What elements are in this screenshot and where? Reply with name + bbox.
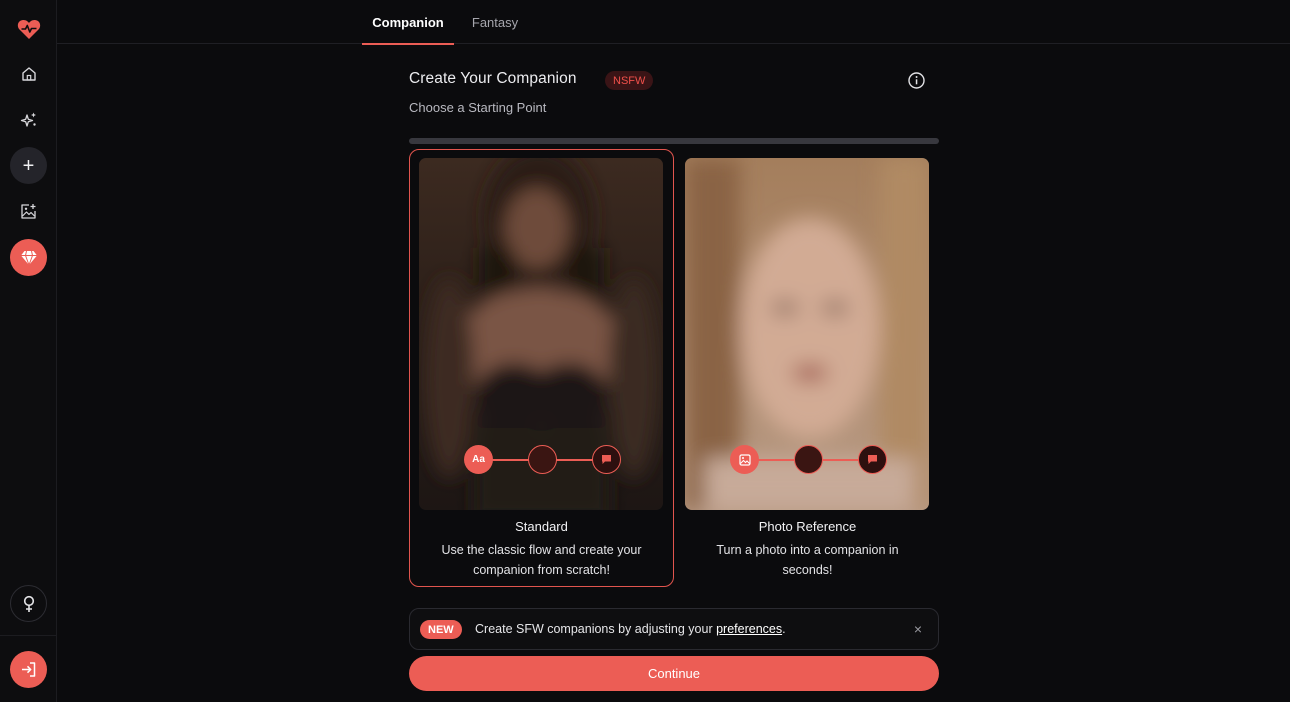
sfw-notice-banner: NEW Create SFW companions by adjusting y… — [409, 608, 939, 650]
diamond-icon — [20, 250, 37, 265]
notice-text: Create SFW companions by adjusting your … — [475, 622, 786, 636]
page-subtitle: Choose a Starting Point — [409, 100, 547, 115]
female-symbol-icon — [23, 595, 34, 612]
nsfw-badge: NSFW — [605, 71, 654, 90]
progress-bar — [409, 138, 939, 144]
card-description: Turn a photo into a companion in seconds… — [716, 543, 899, 577]
create-plus-button[interactable]: + — [10, 147, 47, 184]
sparkles-icon[interactable] — [10, 101, 47, 138]
chat-icon — [858, 445, 887, 474]
new-badge: NEW — [420, 620, 462, 639]
continue-button[interactable]: Continue — [409, 656, 939, 691]
login-button[interactable] — [10, 651, 47, 688]
top-tab-bar: Companion Fantasy — [57, 0, 1290, 45]
card-photo-reference[interactable]: Photo Reference Turn a photo into a comp… — [675, 149, 940, 587]
sidebar-divider — [0, 635, 57, 636]
card-standard[interactable]: Aa Standard Use the classic flow and cre… — [409, 149, 674, 587]
text-icon: Aa — [464, 445, 493, 474]
plus-icon: + — [22, 154, 35, 177]
info-icon[interactable] — [907, 71, 926, 90]
photo-reference-steps — [676, 445, 939, 475]
sidebar: + — [0, 0, 57, 702]
image-add-icon[interactable] — [10, 193, 47, 230]
card-title: Standard — [515, 519, 568, 534]
step-empty — [528, 445, 557, 474]
close-icon[interactable]: × — [910, 621, 926, 637]
home-icon[interactable] — [10, 55, 47, 92]
gender-female-button[interactable] — [10, 585, 47, 622]
card-title: Photo Reference — [758, 519, 857, 534]
standard-steps: Aa — [410, 445, 673, 475]
chat-icon — [592, 445, 621, 474]
login-icon — [22, 662, 36, 677]
tab-fantasy[interactable]: Fantasy — [462, 0, 528, 44]
card-description: Use the classic flow and create your com… — [441, 543, 642, 577]
tab-companion[interactable]: Companion — [362, 0, 454, 45]
logo-heart-pulse-icon[interactable] — [10, 10, 47, 47]
image-icon — [730, 445, 759, 474]
notice-text-after: . — [782, 622, 786, 636]
notice-text-before: Create SFW companions by adjusting your — [475, 622, 717, 636]
step-empty — [794, 445, 823, 474]
premium-diamond-button[interactable] — [10, 239, 47, 276]
preferences-link[interactable]: preferences — [716, 622, 782, 636]
page-title: Create Your Companion — [409, 70, 577, 87]
